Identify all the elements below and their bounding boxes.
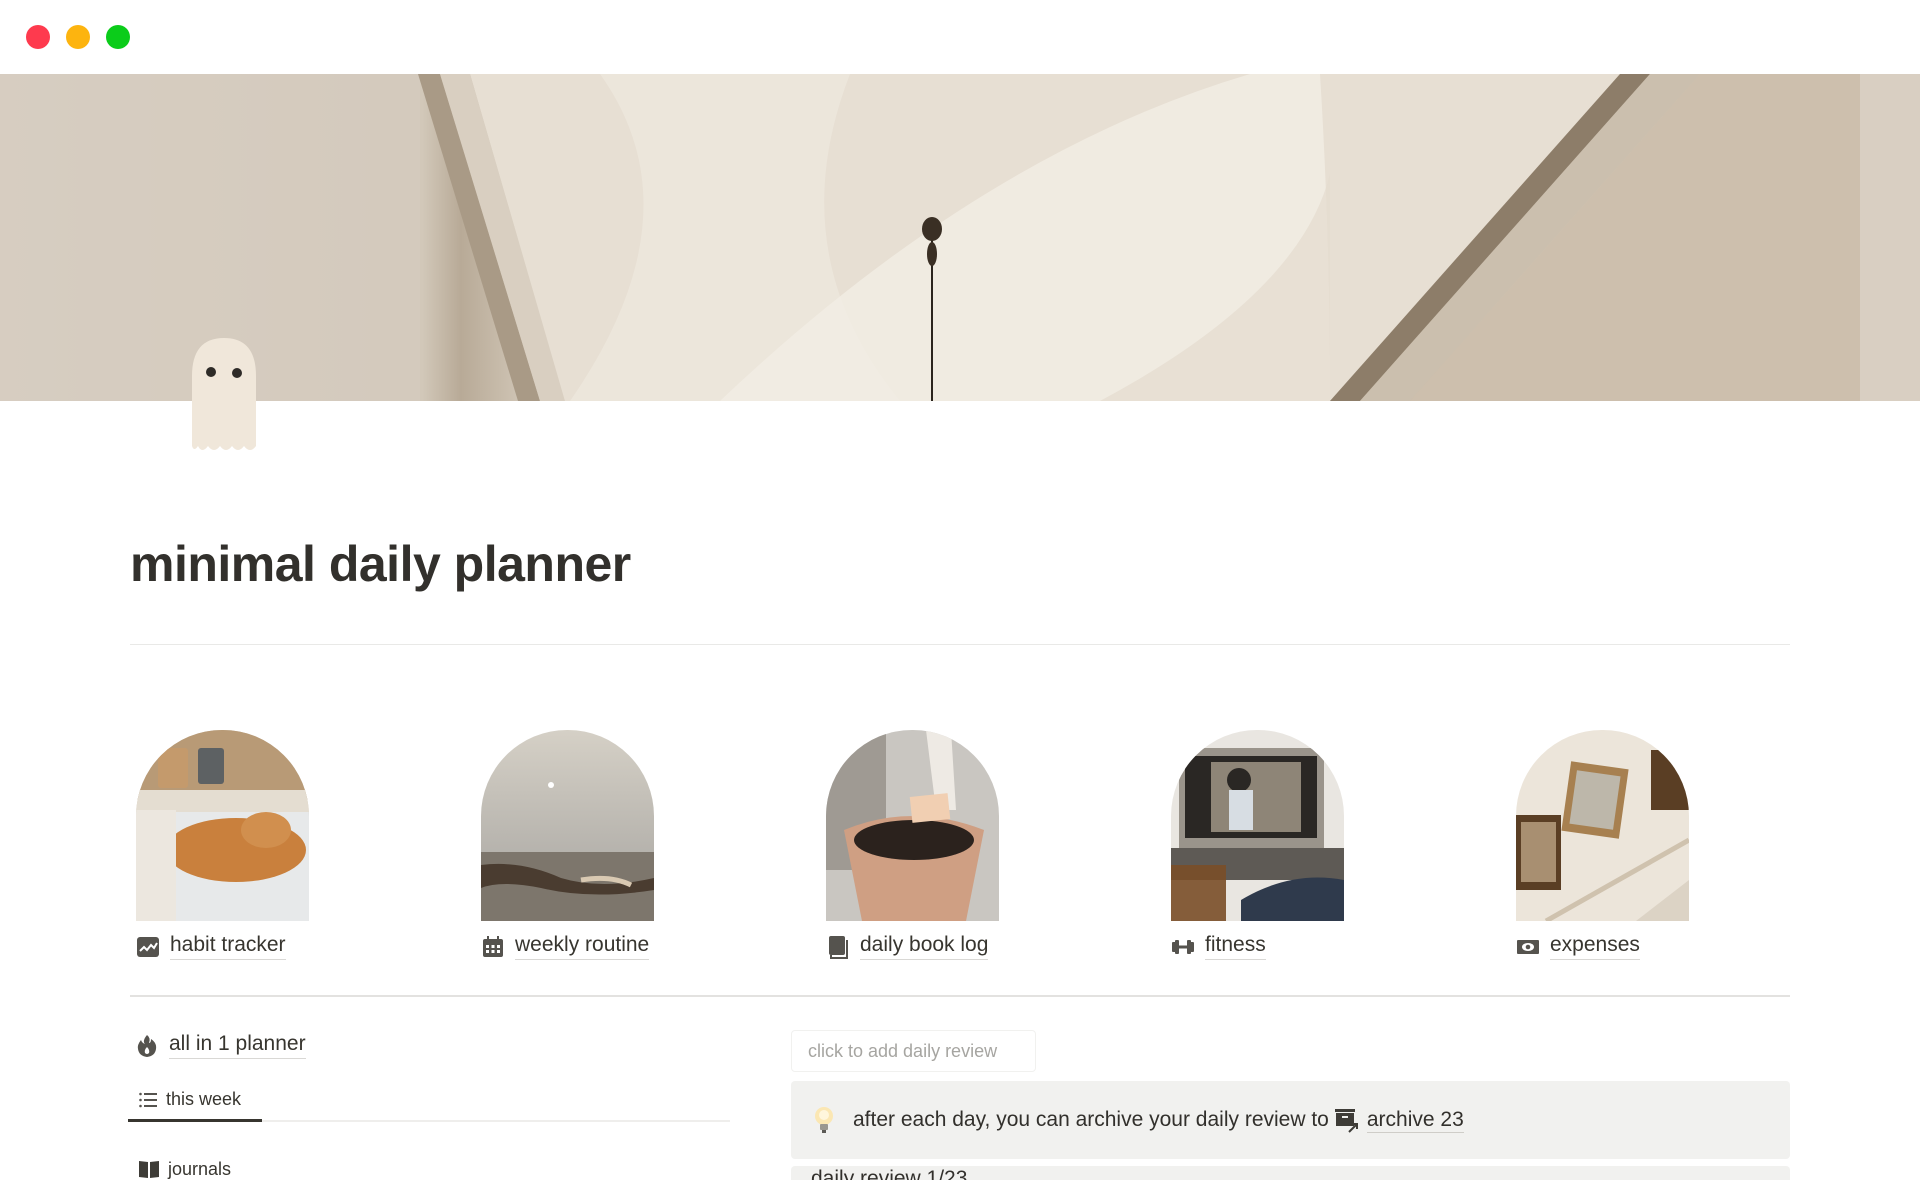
tab-label: this week — [166, 1089, 242, 1109]
card-title[interactable]: daily book log — [860, 933, 989, 960]
archive-icon — [1333, 1106, 1361, 1134]
linked-page-all-in-1-planner[interactable]: all in 1 planner — [135, 1032, 306, 1059]
gallery-card-daily-book-log[interactable]: daily book log — [826, 730, 1126, 960]
ghost-icon — [192, 338, 256, 450]
card-cover-image — [1171, 730, 1344, 921]
card-title[interactable]: fitness — [1205, 933, 1266, 960]
money-icon — [1516, 935, 1540, 959]
minimize-window-button[interactable] — [66, 25, 90, 49]
tab-this-week[interactable]: this week — [128, 1080, 262, 1122]
dumbbell-icon — [1171, 935, 1195, 959]
linked-page-title[interactable]: all in 1 planner — [169, 1032, 306, 1059]
card-cover-image — [1516, 730, 1689, 921]
list-item-journals[interactable]: journals — [138, 1158, 231, 1180]
tip-callout: after each day, you can archive your dai… — [791, 1081, 1790, 1159]
page-title[interactable]: minimal daily planner — [130, 535, 631, 593]
card-title[interactable]: expenses — [1550, 933, 1640, 960]
book-icon — [826, 935, 850, 959]
gallery-card-expenses[interactable]: expenses — [1516, 730, 1816, 960]
lightbulb-icon — [811, 1105, 837, 1135]
card-cover-image — [826, 730, 999, 921]
cover-illustration — [0, 74, 1920, 401]
window-titlebar — [0, 0, 1920, 74]
close-window-button[interactable] — [26, 25, 50, 49]
archive-link[interactable]: archive 23 — [1366, 1108, 1464, 1133]
card-cover-image — [481, 730, 654, 921]
card-title[interactable]: weekly routine — [515, 933, 650, 960]
chart-line-icon — [136, 935, 160, 959]
list-icon — [138, 1090, 158, 1110]
callout-text: after each day, you can archive your dai… — [853, 1108, 1329, 1131]
card-title[interactable]: habit tracker — [170, 933, 286, 960]
open-book-icon — [138, 1158, 160, 1180]
card-cover-image — [136, 730, 309, 921]
list-item-label: journals — [168, 1158, 232, 1179]
add-daily-review-button[interactable]: click to add daily review — [791, 1030, 1036, 1072]
daily-review-title: daily review 1/23 — [811, 1167, 968, 1180]
section-divider — [130, 995, 1790, 997]
view-tabs: this week — [128, 1080, 730, 1122]
title-divider — [130, 644, 1790, 645]
gallery-card-habit-tracker[interactable]: habit tracker — [136, 730, 436, 960]
fire-icon — [135, 1034, 159, 1058]
maximize-window-button[interactable] — [106, 25, 130, 49]
calendar-icon — [481, 935, 505, 959]
daily-review-block[interactable]: daily review 1/23 — [791, 1166, 1790, 1180]
page-icon-ghost[interactable] — [188, 336, 260, 456]
page-cover-image[interactable] — [0, 74, 1920, 401]
gallery-card-weekly-routine[interactable]: weekly routine — [481, 730, 781, 960]
gallery-card-fitness[interactable]: fitness — [1171, 730, 1471, 960]
